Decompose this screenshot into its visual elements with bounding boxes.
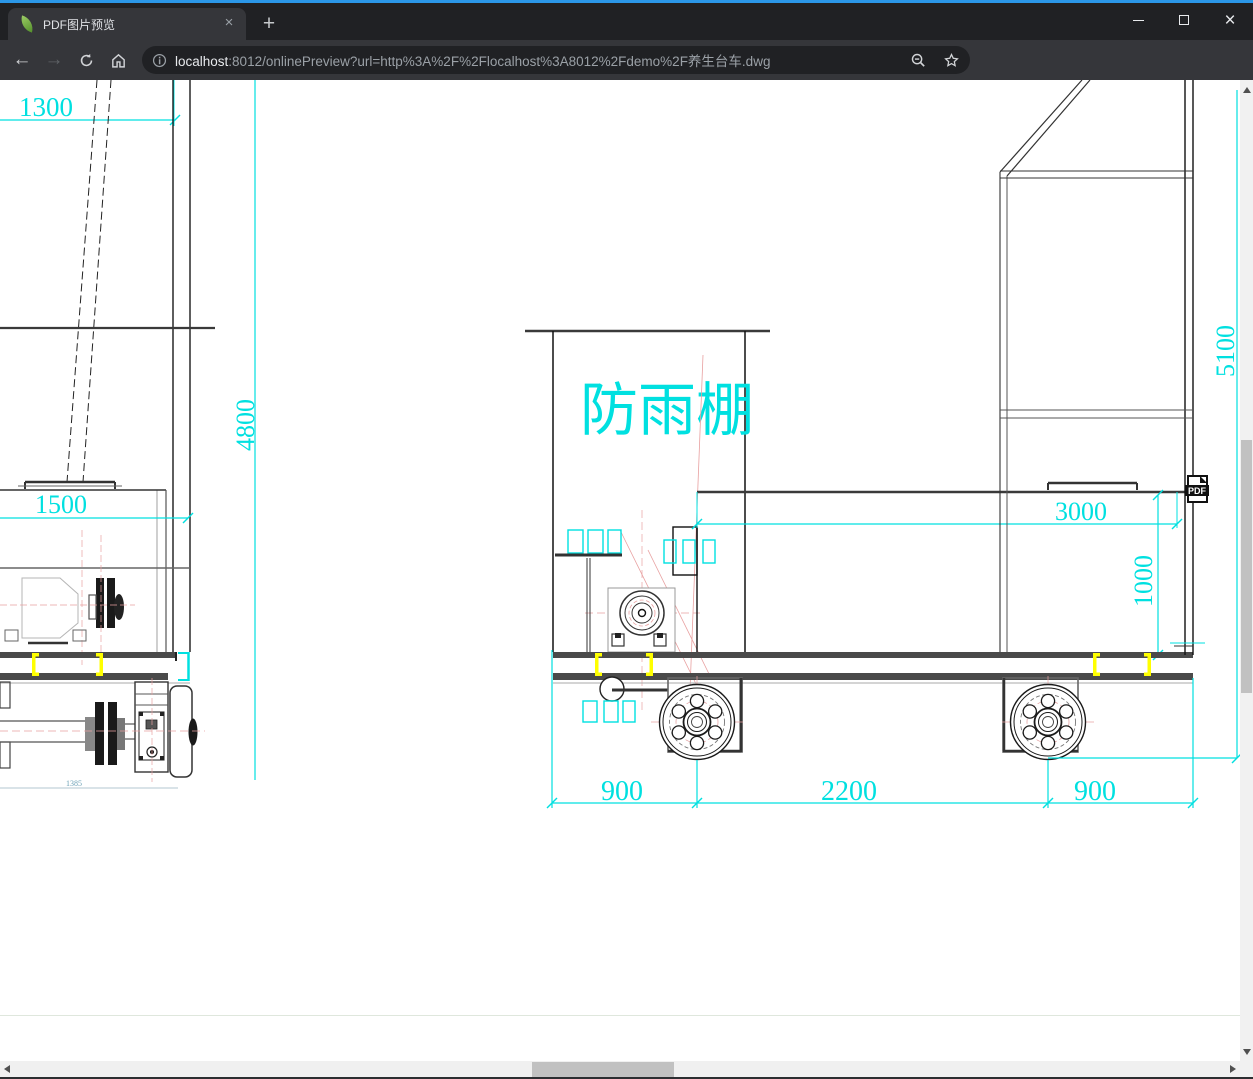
scroll-down-arrow-icon[interactable] bbox=[1243, 1049, 1251, 1055]
bookmark-star-icon[interactable] bbox=[943, 52, 960, 69]
yellow-clamp bbox=[595, 653, 602, 676]
minimize-button[interactable] bbox=[1115, 0, 1161, 40]
cyan-slot-group-b bbox=[663, 539, 716, 564]
browser-tab[interactable]: PDF图片预览 × bbox=[8, 8, 246, 40]
cyan-slot-group-c bbox=[582, 700, 636, 723]
cad-drawing: 1300 4800 1500 1385 防雨棚 3000 1000 900 22… bbox=[0, 80, 1240, 809]
yellow-clamp bbox=[32, 653, 39, 676]
home-icon bbox=[111, 53, 125, 68]
dim-3000: 3000 bbox=[1055, 497, 1107, 526]
scroll-right-arrow-icon[interactable] bbox=[1230, 1065, 1236, 1073]
window-controls: × bbox=[1115, 0, 1253, 40]
back-button[interactable]: ← bbox=[6, 44, 38, 76]
page-content: 1300 4800 1500 1385 防雨棚 3000 1000 900 22… bbox=[0, 80, 1253, 1079]
reload-button[interactable] bbox=[70, 44, 102, 76]
titlebar: PDF图片预览 × + × bbox=[0, 0, 1253, 40]
shelter-label: 防雨棚 bbox=[580, 378, 754, 443]
dim-4800: 4800 bbox=[231, 399, 260, 451]
right-view-drawing: 5100 bbox=[999, 80, 1240, 764]
axle-assembly bbox=[0, 678, 205, 782]
scroll-left-arrow-icon[interactable] bbox=[4, 1065, 10, 1073]
dim-900-left: 900 bbox=[601, 776, 643, 807]
pdf-floating-button[interactable]: PDF bbox=[1185, 475, 1209, 503]
cyan-slot-group-a bbox=[567, 529, 622, 554]
url-host: localhost bbox=[175, 54, 229, 69]
browser-toolbar: ← → localhost:8012/onlinePreview?url=htt… bbox=[0, 40, 1253, 114]
dim-1385: 1385 bbox=[66, 779, 82, 788]
url-text[interactable]: localhost:8012/onlinePreview?url=http%3A… bbox=[175, 50, 910, 70]
center-view-drawing: 防雨棚 3000 1000 900 2200 900 bbox=[525, 329, 1199, 809]
maximize-icon bbox=[1179, 15, 1189, 25]
new-tab-button[interactable]: + bbox=[256, 12, 282, 38]
home-button[interactable] bbox=[102, 44, 134, 76]
dim-5100: 5100 bbox=[1211, 325, 1240, 377]
left-view-drawing: 1300 4800 1500 1385 bbox=[0, 80, 260, 789]
forward-button[interactable]: → bbox=[38, 44, 70, 76]
yellow-clamp bbox=[1144, 653, 1151, 676]
spring-leaf-favicon bbox=[18, 15, 36, 33]
dim-2200: 2200 bbox=[821, 776, 877, 807]
close-button[interactable]: × bbox=[1207, 0, 1253, 40]
page-boundary-line bbox=[0, 1015, 1240, 1016]
horizontal-scrollbar[interactable] bbox=[0, 1061, 1240, 1078]
tab-close-icon[interactable]: × bbox=[220, 15, 238, 33]
dim-1300: 1300 bbox=[19, 92, 73, 122]
page-info-icon[interactable] bbox=[152, 53, 167, 68]
right-wheel bbox=[1001, 675, 1095, 769]
yellow-clamp bbox=[1093, 653, 1100, 676]
scrollbar-corner bbox=[1240, 1061, 1253, 1078]
horizontal-scrollbar-thumb[interactable] bbox=[532, 1062, 674, 1077]
dim-1500: 1500 bbox=[35, 490, 87, 519]
motor bbox=[607, 587, 676, 653]
maximize-button[interactable] bbox=[1161, 0, 1207, 40]
vertical-scrollbar[interactable] bbox=[1240, 80, 1253, 1061]
vertical-scrollbar-thumb[interactable] bbox=[1241, 440, 1252, 693]
scroll-up-arrow-icon[interactable] bbox=[1243, 87, 1251, 93]
window-top-accent bbox=[0, 0, 1253, 3]
pdf-badge-label: PDF bbox=[1188, 486, 1207, 496]
yellow-clamp bbox=[646, 653, 653, 676]
tab-title: PDF图片预览 bbox=[43, 17, 116, 32]
browser-window: PDF图片预览 × + × ← → localhost:8012/onlineP… bbox=[0, 0, 1253, 1079]
close-icon: × bbox=[1224, 9, 1236, 31]
zoom-out-indicator-icon[interactable] bbox=[910, 52, 927, 69]
dim-1000: 1000 bbox=[1129, 555, 1158, 607]
url-bar[interactable]: localhost:8012/onlinePreview?url=http%3A… bbox=[142, 46, 970, 74]
url-path: :8012/onlinePreview?url=http%3A%2F%2Floc… bbox=[228, 54, 771, 69]
reload-icon bbox=[80, 53, 92, 66]
yellow-clamp bbox=[96, 653, 103, 676]
dim-900-right: 900 bbox=[1074, 776, 1116, 807]
minimize-icon bbox=[1132, 19, 1144, 21]
